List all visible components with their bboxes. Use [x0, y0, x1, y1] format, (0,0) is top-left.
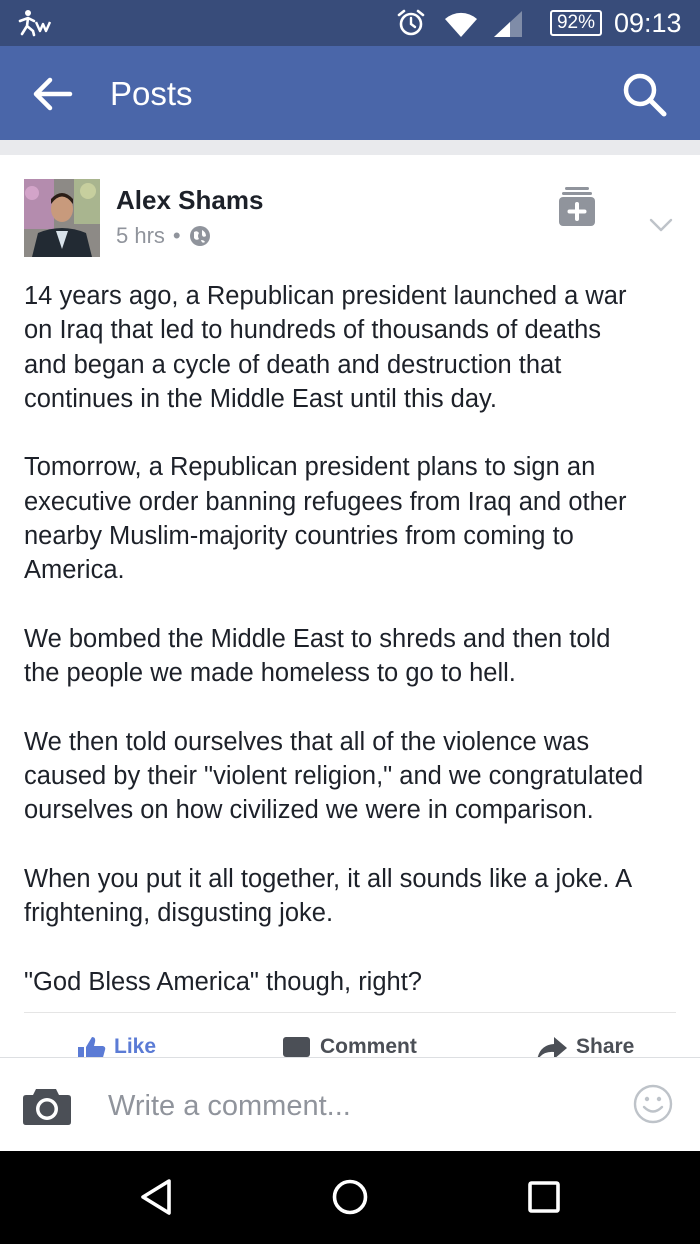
battery-percent: 92%: [556, 12, 596, 33]
save-icon[interactable]: [558, 185, 596, 227]
post-time[interactable]: 5 hrs: [116, 223, 165, 249]
like-button[interactable]: Like: [76, 1035, 156, 1057]
post-card: Alex Shams 5 hrs • 14 years ago, a Repub…: [0, 155, 700, 1057]
globe-icon: [189, 226, 210, 246]
post-author[interactable]: Alex Shams: [116, 185, 263, 216]
thumbs-up-icon: [78, 1037, 106, 1057]
camera-icon[interactable]: [22, 1086, 72, 1126]
alarm-icon: [397, 9, 425, 36]
chevron-down-icon[interactable]: [648, 215, 674, 235]
share-button[interactable]: Share: [536, 1035, 634, 1057]
post-paragraph: When you put it all together, it all sou…: [24, 865, 633, 928]
like-label: Like: [114, 1035, 157, 1057]
post-meta: 5 hrs •: [116, 223, 211, 249]
app-activity-icon: [18, 10, 52, 37]
back-arrow-icon[interactable]: [26, 72, 80, 116]
signal-icon: [494, 11, 522, 37]
recents-square-icon[interactable]: [524, 1177, 564, 1217]
post-paragraph: We bombed the Middle East to shreds and …: [24, 624, 611, 688]
comment-label: Comment: [320, 1035, 417, 1057]
system-nav-bar: [0, 1151, 700, 1244]
share-label: Share: [576, 1035, 635, 1057]
clock: 09:13: [614, 8, 682, 38]
search-icon[interactable]: [618, 68, 670, 120]
actions-divider: [24, 1012, 676, 1013]
meta-separator: •: [172, 223, 181, 248]
comment-input[interactable]: [108, 1086, 608, 1126]
share-arrow-icon: [537, 1037, 567, 1057]
home-circle-icon[interactable]: [330, 1177, 370, 1217]
post-paragraph: We then told ourselves that all of the v…: [24, 727, 644, 825]
feed-divider: [0, 140, 700, 155]
status-bar: 92% 09:13: [0, 0, 700, 46]
comment-bubble-icon: [283, 1037, 310, 1057]
comment-button[interactable]: Comment: [282, 1035, 417, 1057]
post-paragraph: Tomorrow, a Republican president plans t…: [24, 453, 627, 585]
page-title: Posts: [110, 75, 193, 112]
post-body: 14 years ago, a Republican president lau…: [24, 279, 684, 1034]
post-paragraph: "God Bless America" though, right?: [24, 967, 422, 996]
emoji-icon[interactable]: [633, 1084, 673, 1124]
app-bar: Posts: [0, 46, 700, 140]
post-actions: Like Comment Share: [0, 1035, 700, 1057]
wifi-icon: [445, 12, 477, 37]
post-paragraph: 14 years ago, a Republican president lau…: [24, 282, 627, 413]
back-triangle-icon[interactable]: [136, 1177, 176, 1217]
battery-indicator: 92%: [550, 10, 602, 36]
avatar[interactable]: [24, 179, 100, 257]
comment-bar: [0, 1057, 700, 1151]
